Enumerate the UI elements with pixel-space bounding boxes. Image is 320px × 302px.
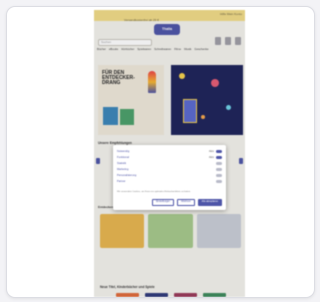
consent-toggle[interactable] <box>216 150 222 153</box>
consent-option-state: Aktiv <box>208 156 214 159</box>
consent-option-label: Personalisierung <box>117 174 137 177</box>
consent-option-state: Aktiv <box>208 150 214 153</box>
consent-option: Personalisierung <box>117 174 222 178</box>
consent-option-label: Marketing <box>117 168 129 171</box>
consent-option-label: Funktional <box>117 156 129 159</box>
consent-option: Funktional Aktiv <box>117 156 222 160</box>
webpage-screenshot: Hilfe Mein Konto Versandkostenfrei ab 29… <box>94 10 245 297</box>
cookie-consent-dialog: Notwendig Aktiv Funktional Aktiv Statist… <box>113 145 226 210</box>
consent-option-label: Notwendig <box>117 150 130 153</box>
consent-option: Marketing <box>117 168 222 172</box>
consent-option: Partner <box>117 180 222 184</box>
consent-option-label: Statistik <box>117 162 127 165</box>
consent-toggle[interactable] <box>216 174 222 177</box>
consent-toggle[interactable] <box>216 156 222 159</box>
accept-all-button[interactable]: Alle akzeptieren <box>197 199 222 206</box>
consent-toggle[interactable] <box>216 180 222 183</box>
settings-button[interactable]: Einstellungen <box>152 199 174 206</box>
consent-toggle[interactable] <box>216 162 222 165</box>
consent-option: Notwendig Aktiv <box>117 150 222 154</box>
consent-option: Statistik <box>117 162 222 166</box>
decline-button[interactable]: Ablehnen <box>176 199 195 206</box>
consent-toggle[interactable] <box>216 168 222 171</box>
consent-note: Wir verwenden Cookies, um Ihnen ein opti… <box>117 191 191 193</box>
preview-card: Hilfe Mein Konto Versandkostenfrei ab 29… <box>6 6 315 298</box>
consent-actions: Einstellungen Ablehnen Alle akzeptieren <box>152 199 222 206</box>
consent-option-label: Partner <box>117 180 126 183</box>
